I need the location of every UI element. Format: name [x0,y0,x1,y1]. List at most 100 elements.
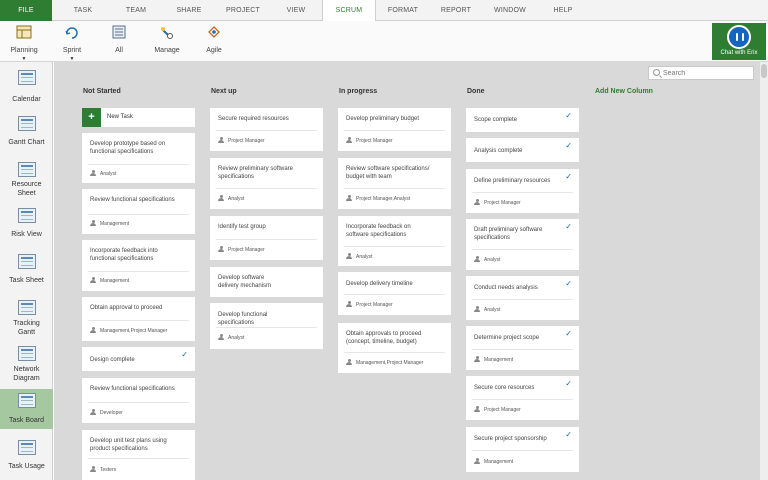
task-card[interactable]: Review functional specifications Develop… [82,378,195,423]
view-task-sheet[interactable]: Task Sheet [0,250,53,290]
add-new-column-link[interactable]: Add New Column [595,88,653,95]
assignee-text: Management [484,357,514,363]
task-board: Not Started Next up In progress Done Add… [54,62,760,480]
task-card[interactable]: Review preliminary software specificatio… [210,158,323,209]
agile-icon [208,26,220,38]
calendar-icon [18,70,36,85]
task-card[interactable]: Obtain approvals to proceed (concept, ti… [338,323,451,373]
task-card[interactable]: Draft preliminary software specification… [466,219,579,270]
task-title: Develop preliminary budget [346,116,420,122]
view-task-board[interactable]: Task Board [0,389,53,429]
task-card[interactable]: Define preliminary resources ✓ Project M… [466,169,579,213]
card-divider [88,164,189,165]
tab-task[interactable]: TASK [62,0,104,21]
check-icon: ✓ [565,329,572,338]
tab-view[interactable]: VIEW [276,0,316,21]
manage-icon [161,27,173,39]
task-assignee: Analyst [90,170,116,177]
view-gantt-chart[interactable]: Gantt Chart [0,112,53,152]
assignee-text: Analyst [356,254,373,260]
task-card[interactable]: Develop delivery timeline Project Manage… [338,272,451,315]
view-risk-view[interactable]: Risk View [0,204,53,244]
task-title: Develop unit test plans using product sp… [90,438,167,452]
new-task-button[interactable]: + New Task [82,108,195,127]
task-assignee: Project Manager [474,406,521,413]
planning-button[interactable]: Planning ▼ [6,21,42,62]
user-icon [90,277,96,283]
task-title: Incorporate feedback into functional spe… [90,248,158,262]
user-icon [90,327,96,333]
view-task-usage[interactable]: Task Usage [0,436,53,476]
view-network-diagram[interactable]: Network Diagram [0,342,53,386]
task-card[interactable]: Scope complete ✓ [466,108,579,132]
task-assignee: Project Manager [474,199,521,206]
task-card[interactable]: Secure core resources ✓ Project Manager [466,376,579,420]
task-title: Analysis complete [474,148,523,154]
task-card[interactable]: Review functional specifications Managem… [82,189,195,234]
task-card[interactable]: Obtain approval to proceed Management,Pr… [82,297,195,341]
tab-team[interactable]: TEAM [115,0,157,21]
view-tracking-gantt[interactable]: Tracking Gantt [0,296,53,340]
task-title: Review functional specifications [90,197,175,203]
tab-help[interactable]: HELP [545,0,581,21]
task-card[interactable]: Develop software delivery mechanism [210,267,323,297]
task-card[interactable]: Secure project sponsorship ✓ Management [466,427,579,472]
card-divider [472,299,573,300]
view-resource-sheet[interactable]: Resource Sheet [0,158,53,202]
task-card[interactable]: Incorporate feedback into functional spe… [82,240,195,291]
task-card[interactable]: Identify test group Project Manager [210,216,323,260]
agile-label: Agile [206,47,222,54]
search-input[interactable] [663,68,751,79]
task-card[interactable]: Develop unit test plans using product sp… [82,430,195,480]
task-card[interactable]: Secure required resources Project Manage… [210,108,323,151]
assignee-text: Analyst [100,171,117,177]
user-icon [346,137,352,143]
task-title: Develop delivery timeline [346,281,413,287]
task-card[interactable]: Determine project scope ✓ Management [466,326,579,370]
ribbon-tabs: FILE TASK TEAM SHARE PROJECT VIEW SCRUM … [0,0,768,22]
scrollbar-thumb[interactable] [761,64,767,78]
task-card[interactable]: Design complete ✓ [82,347,195,371]
search-box[interactable] [648,66,754,80]
column-header-done: Done [467,88,485,95]
task-title: Secure project sponsorship [474,436,547,442]
task-assignee: Analyst [474,256,500,263]
all-button[interactable]: All [104,21,134,62]
user-icon [90,220,96,226]
task-card[interactable]: Develop functional specifications Analys… [210,303,323,349]
task-card[interactable]: Develop preliminary budget Project Manag… [338,108,451,151]
task-sheet-icon [18,254,36,269]
tab-share[interactable]: SHARE [168,0,210,21]
tab-report[interactable]: REPORT [434,0,478,21]
task-card[interactable]: Conduct needs analysis ✓ Analyst [466,276,579,320]
manage-button[interactable]: Manage [150,21,184,62]
check-icon: ✓ [565,279,572,288]
user-icon [90,170,96,176]
card-divider [472,349,573,350]
card-divider [216,239,317,240]
agile-button[interactable]: Agile [199,21,229,62]
task-title: Scope complete [474,117,518,123]
task-card[interactable]: Incorporate feedback on software specifi… [338,216,451,266]
tab-format[interactable]: FORMAT [380,0,426,21]
planning-icon [16,25,32,39]
tab-file[interactable]: FILE [0,0,52,21]
chat-button[interactable]: Chat with Erix [712,23,766,60]
planning-label: Planning [10,47,38,54]
user-icon [474,256,480,262]
task-card[interactable]: Review software specifications/ budget w… [338,158,451,209]
card-divider [88,271,189,272]
check-icon: ✓ [565,379,572,388]
sprint-button[interactable]: Sprint ▼ [55,21,89,62]
task-card[interactable]: Develop prototype based on functional sp… [82,133,195,183]
view-calendar[interactable]: Calendar [0,66,53,106]
task-assignee: Management [90,277,129,284]
vertical-scrollbar[interactable] [760,62,768,480]
task-card[interactable]: Analysis complete ✓ [466,138,579,162]
assignee-text: Management,Project Manager [356,360,424,366]
task-title: Design complete [90,357,135,363]
sprint-label: Sprint [62,47,82,54]
tab-window[interactable]: WINDOW [487,0,533,21]
tab-scrum[interactable]: SCRUM [322,0,376,22]
tab-project[interactable]: PROJECT [219,0,267,21]
